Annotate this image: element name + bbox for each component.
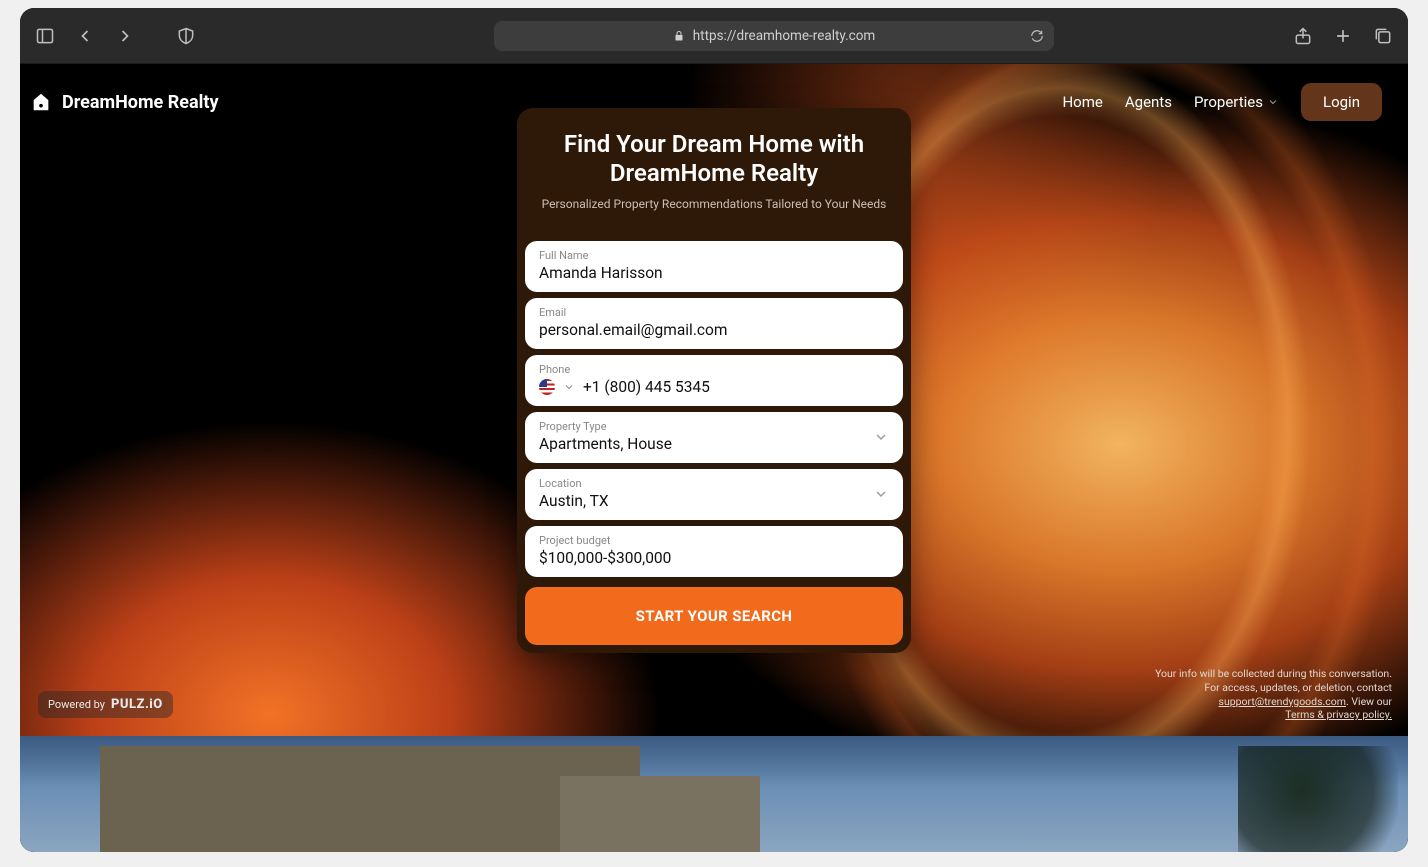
lock-icon [673, 30, 685, 42]
chevron-down-icon [873, 429, 889, 445]
brand-text: DreamHome Realty [62, 92, 219, 113]
nav-home[interactable]: Home [1062, 93, 1102, 111]
shield-icon[interactable] [176, 26, 196, 46]
legal-mid: . View our [1346, 695, 1392, 708]
chevron-down-icon [873, 486, 889, 502]
building-photo-section [20, 736, 1408, 852]
start-search-button[interactable]: START YOUR SEARCH [525, 587, 903, 645]
property-type-field[interactable]: Property Type Apartments, House [525, 412, 903, 463]
full-name-value: Amanda Harisson [539, 264, 889, 282]
legal-line1: Your info will be collected during this … [1155, 667, 1392, 694]
tabs-icon[interactable] [1372, 25, 1394, 47]
nav-properties[interactable]: Properties [1194, 93, 1279, 111]
nav-properties-label: Properties [1194, 93, 1263, 111]
back-icon[interactable] [74, 25, 96, 47]
budget-field[interactable]: Project budget $100,000-$300,000 [525, 526, 903, 577]
sidebar-toggle-icon[interactable] [34, 25, 56, 47]
legal-terms-link[interactable]: Terms & privacy policy. [1285, 708, 1392, 721]
hero-section: DreamHome Realty Home Agents Properties … [20, 64, 1408, 736]
chevron-down-icon [1267, 96, 1279, 108]
budget-label: Project budget [539, 534, 889, 547]
property-type-value: Apartments, House [539, 435, 889, 453]
full-name-label: Full Name [539, 249, 889, 262]
brand[interactable]: DreamHome Realty [30, 91, 219, 113]
email-value: personal.email@gmail.com [539, 321, 889, 339]
phone-field[interactable]: Phone +1 (800) 445 5345 [525, 355, 903, 406]
legal-text: Your info will be collected during this … [1142, 667, 1392, 722]
chevron-down-icon[interactable] [563, 381, 575, 393]
location-field[interactable]: Location Austin, TX [525, 469, 903, 520]
new-tab-icon[interactable] [1332, 25, 1354, 47]
login-button[interactable]: Login [1301, 83, 1382, 121]
forward-icon[interactable] [114, 25, 136, 47]
powered-by-badge[interactable]: Powered by PULZ.iO [38, 691, 173, 718]
share-icon[interactable] [1292, 25, 1314, 47]
card-subtitle: Personalized Property Recommendations Ta… [537, 197, 891, 211]
full-name-field[interactable]: Full Name Amanda Harisson [525, 241, 903, 292]
flag-us-icon[interactable] [539, 379, 555, 395]
powered-brand: PULZ.iO [111, 697, 163, 712]
site-header: DreamHome Realty Home Agents Properties … [20, 64, 1408, 140]
phone-value: +1 (800) 445 5345 [583, 378, 710, 396]
phone-label: Phone [539, 363, 889, 376]
building-silhouette [100, 746, 640, 852]
reload-icon[interactable] [1030, 29, 1044, 43]
email-field[interactable]: Email personal.email@gmail.com [525, 298, 903, 349]
brand-logo-icon [30, 91, 52, 113]
location-label: Location [539, 477, 889, 490]
browser-toolbar: https://dreamhome-realty.com [20, 8, 1408, 64]
legal-email-link[interactable]: support@trendygoods.com [1219, 695, 1346, 708]
search-card: Find Your Dream Home with DreamHome Real… [517, 108, 911, 653]
location-value: Austin, TX [539, 492, 889, 510]
url-text: https://dreamhome-realty.com [693, 28, 876, 44]
email-label: Email [539, 306, 889, 319]
tree-silhouette [1238, 746, 1398, 852]
nav-agents[interactable]: Agents [1125, 93, 1172, 111]
budget-value: $100,000-$300,000 [539, 549, 889, 567]
powered-prefix: Powered by [48, 698, 105, 711]
address-bar[interactable]: https://dreamhome-realty.com [494, 21, 1054, 51]
property-type-label: Property Type [539, 420, 889, 433]
